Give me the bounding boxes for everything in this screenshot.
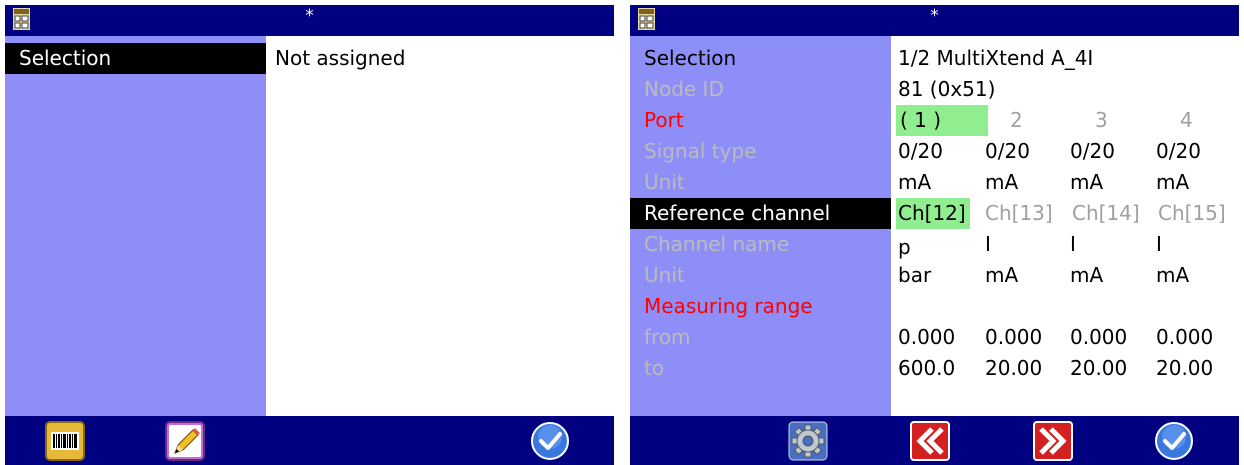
unit-1: mA	[898, 170, 932, 194]
node-id-label: Node ID	[644, 77, 724, 101]
unit-4: mA	[1156, 263, 1190, 287]
port-2-cell[interactable]: 2	[1010, 105, 1023, 136]
right-screen: * Selection 1/2 MultiXtend A_4I Node ID …	[630, 5, 1239, 465]
range-from-4: 0.000	[1156, 325, 1214, 349]
signal-type-1: 0/20	[898, 139, 943, 163]
left-screen: * Selection Not assigned	[5, 5, 614, 465]
window-title: *	[305, 6, 314, 26]
confirm-check-icon[interactable]	[1154, 421, 1194, 461]
channel-name-1: p	[898, 235, 911, 259]
selection-value[interactable]: Not assigned	[275, 43, 405, 74]
channel-name-4: I	[1156, 232, 1162, 256]
port-4-cell[interactable]: 4	[1180, 105, 1193, 136]
range-to-3: 20.00	[1070, 356, 1128, 380]
port-label[interactable]: Port	[630, 105, 891, 136]
range-to-4: 20.00	[1156, 356, 1214, 380]
selection-label[interactable]: Selection	[630, 43, 891, 74]
label-column	[5, 36, 266, 416]
range-from-1: 0.000	[898, 325, 956, 349]
edit-pen-icon[interactable]	[165, 421, 205, 461]
selection-value[interactable]: 1/2 MultiXtend A_4I	[898, 43, 1093, 74]
signal-type-2: 0/20	[985, 139, 1030, 163]
unit-label: Unit	[644, 263, 685, 287]
node-id-value: 81 (0x51)	[898, 77, 996, 101]
confirm-check-icon[interactable]	[530, 421, 570, 461]
rewind-back-icon[interactable]	[910, 421, 950, 461]
measuring-range-label[interactable]: Measuring range	[630, 291, 891, 322]
bottom-toolbar	[630, 416, 1239, 465]
signal-type-3: 0/20	[1070, 139, 1115, 163]
unit-4: mA	[1156, 170, 1190, 194]
settings-panel: Selection 1/2 MultiXtend A_4I Node ID 81…	[630, 36, 1239, 416]
range-to-2: 20.00	[985, 356, 1043, 380]
channel-name-3: I	[1070, 232, 1076, 256]
window-title: *	[930, 6, 939, 26]
range-from-label: from	[644, 325, 691, 349]
barcode-icon[interactable]	[45, 421, 85, 461]
range-to-1: 600.0	[898, 356, 956, 380]
reference-channel-1[interactable]: Ch[12]	[896, 198, 970, 229]
unit-3: mA	[1070, 263, 1104, 287]
reference-channel-4[interactable]: Ch[15]	[1158, 198, 1226, 229]
port-3-cell[interactable]: 3	[1095, 105, 1108, 136]
range-to-label: to	[644, 356, 665, 380]
unit-2: mA	[985, 263, 1019, 287]
settings-panel: Selection Not assigned	[5, 36, 614, 416]
channel-name-2: I	[985, 232, 991, 256]
reference-channel-3[interactable]: Ch[14]	[1072, 198, 1140, 229]
signal-type-4: 0/20	[1156, 139, 1201, 163]
bottom-toolbar	[5, 416, 614, 465]
signal-type-label: Signal type	[644, 139, 757, 163]
channel-name-label: Channel name	[644, 232, 790, 256]
reference-channel-label[interactable]: Reference channel	[630, 198, 891, 229]
title-bar: *	[5, 5, 614, 36]
selection-label[interactable]: Selection	[5, 43, 266, 74]
title-bar: *	[630, 5, 1239, 36]
unit-2: mA	[985, 170, 1019, 194]
settings-gear-icon[interactable]	[788, 421, 828, 461]
unit-1: bar	[898, 263, 932, 287]
range-from-3: 0.000	[1070, 325, 1128, 349]
unit-3: mA	[1070, 170, 1104, 194]
reference-channel-2[interactable]: Ch[13]	[985, 198, 1053, 229]
unit-label: Unit	[644, 170, 685, 194]
range-from-2: 0.000	[985, 325, 1043, 349]
port-1-cell[interactable]: ( 1 )	[896, 105, 988, 136]
fast-forward-icon[interactable]	[1033, 421, 1073, 461]
